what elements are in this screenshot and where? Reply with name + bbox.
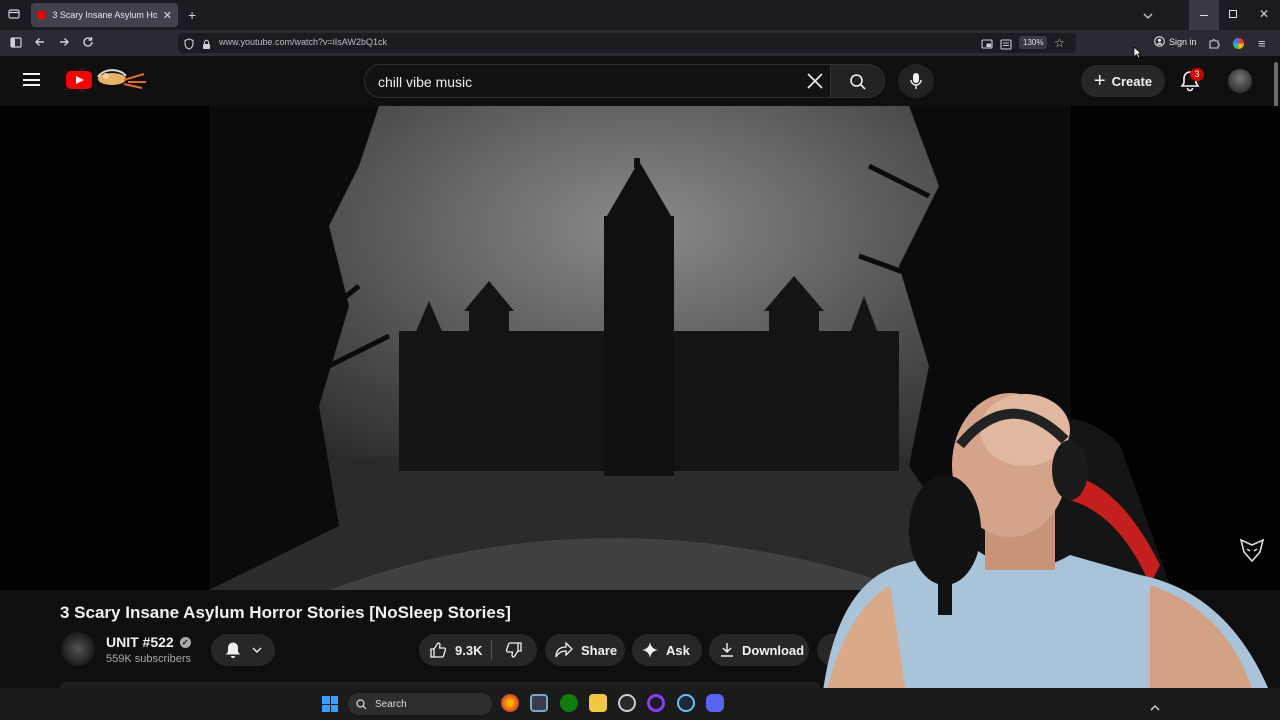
chevron-down-icon [252, 647, 262, 653]
video-title: 3 Scary Insane Asylum Horror Stories [No… [60, 603, 511, 622]
sparkle-icon [642, 642, 658, 658]
verified-check-icon: ✓ [179, 636, 191, 648]
tab-youtube-video[interactable]: 3 Scary Insane Asylum Horror St ✕ [31, 3, 178, 27]
microphone-icon [910, 73, 922, 89]
forward-icon[interactable] [58, 36, 70, 50]
subscriber-count: 559K subscribers [106, 653, 191, 665]
extension-color-icon[interactable] [1233, 38, 1244, 49]
minimize-button[interactable] [1189, 0, 1219, 30]
bookmark-star-icon[interactable]: ☆ [1054, 36, 1065, 50]
create-label: Create [1111, 73, 1153, 89]
taskbar-search-box[interactable]: Search [348, 693, 492, 715]
obs-icon[interactable] [618, 694, 636, 712]
channel-name-link[interactable]: UNIT #522 ✓ [106, 634, 191, 650]
firefox-icon[interactable] [501, 694, 519, 712]
browser-nav-bar: www.youtube.com/watch?v=iIsAW2bQ1ck 130%… [0, 30, 1280, 56]
close-tab-icon[interactable]: ✕ [163, 9, 172, 22]
search-button[interactable] [830, 64, 885, 98]
mouse-cursor-icon [1133, 46, 1142, 59]
taskbar-search-icon [356, 698, 367, 709]
steam-icon[interactable] [677, 694, 695, 712]
download-button[interactable]: Download [709, 634, 809, 666]
voice-search-button[interactable] [898, 64, 934, 98]
ask-label: Ask [666, 642, 690, 658]
share-label: Share [581, 642, 618, 658]
tab-title: 3 Scary Insane Asylum Horror St [52, 10, 157, 20]
channel-avatar[interactable] [61, 632, 95, 666]
plus-icon: + [1093, 70, 1106, 92]
back-icon[interactable] [34, 36, 46, 50]
ask-button[interactable]: Ask [632, 634, 702, 666]
channel-name: UNIT #522 [106, 634, 174, 650]
file-explorer-icon[interactable] [589, 694, 607, 712]
tab-overview-icon[interactable] [8, 8, 20, 22]
youtube-header: + Create 3 [0, 56, 1280, 106]
share-button[interactable]: Share [545, 634, 625, 666]
download-icon [721, 643, 733, 657]
reload-icon[interactable] [82, 36, 94, 50]
windows-taskbar: Search [0, 688, 1280, 720]
sign-in-button[interactable]: Sign in [1154, 36, 1197, 47]
notification-count-badge: 3 [1190, 68, 1204, 81]
bell-filled-icon [226, 642, 240, 658]
lock-icon[interactable] [202, 37, 211, 55]
picture-in-picture-icon[interactable] [981, 37, 993, 55]
clear-search-icon[interactable] [806, 72, 824, 94]
thumbs-up-icon [430, 642, 447, 658]
dislike-button[interactable] [492, 634, 536, 666]
discord-icon[interactable] [706, 694, 724, 712]
new-tab-icon[interactable]: + [188, 8, 196, 22]
like-count: 9.3K [455, 642, 483, 658]
store-icon[interactable] [530, 694, 548, 712]
thumbs-down-icon [505, 642, 522, 658]
circle-app-icon[interactable] [647, 694, 665, 712]
sign-in-label: Sign in [1169, 36, 1197, 47]
browser-tab-bar: 3 Scary Insane Asylum Horror St ✕ + ✕ [0, 0, 1280, 30]
subscription-bell-button[interactable] [211, 634, 275, 666]
url-text[interactable]: www.youtube.com/watch?v=iIsAW2bQ1ck [219, 37, 387, 47]
close-window-icon[interactable]: ✕ [1259, 8, 1269, 20]
tray-chevron-up-icon[interactable] [1150, 698, 1160, 716]
extensions-puzzle-icon[interactable] [1208, 37, 1220, 51]
app-menu-icon[interactable]: ≡ [1258, 37, 1266, 50]
create-button[interactable]: + Create [1081, 65, 1165, 97]
search-input[interactable] [378, 72, 798, 92]
list-tabs-chevron-icon[interactable] [1143, 9, 1153, 22]
xbox-icon[interactable] [560, 694, 578, 712]
youtube-favicon-icon [37, 11, 47, 19]
restore-icon[interactable] [1229, 10, 1237, 18]
youtube-doodle-icon[interactable] [94, 68, 148, 90]
search-box [364, 64, 839, 98]
account-icon [1154, 36, 1165, 47]
search-icon [850, 74, 866, 90]
download-label: Download [742, 642, 805, 658]
taskbar-search-label: Search [375, 698, 407, 710]
share-arrow-icon [555, 642, 573, 658]
webcam-overlay-image [820, 385, 1280, 720]
address-bar[interactable]: www.youtube.com/watch?v=iIsAW2bQ1ck 130%… [178, 33, 1076, 53]
windows-start-icon[interactable] [322, 696, 338, 712]
guide-menu-icon[interactable] [23, 73, 40, 86]
like-button[interactable]: 9.3K [419, 634, 491, 666]
account-avatar[interactable] [1228, 69, 1252, 93]
like-dislike-group: 9.3K [419, 634, 537, 666]
shield-icon[interactable] [184, 37, 194, 55]
sidebar-icon[interactable] [10, 37, 22, 50]
minimize-icon [1200, 15, 1208, 16]
reader-view-icon[interactable] [1000, 37, 1012, 55]
youtube-logo-icon[interactable] [66, 71, 92, 89]
zoom-level-button[interactable]: 130% [1019, 36, 1048, 49]
